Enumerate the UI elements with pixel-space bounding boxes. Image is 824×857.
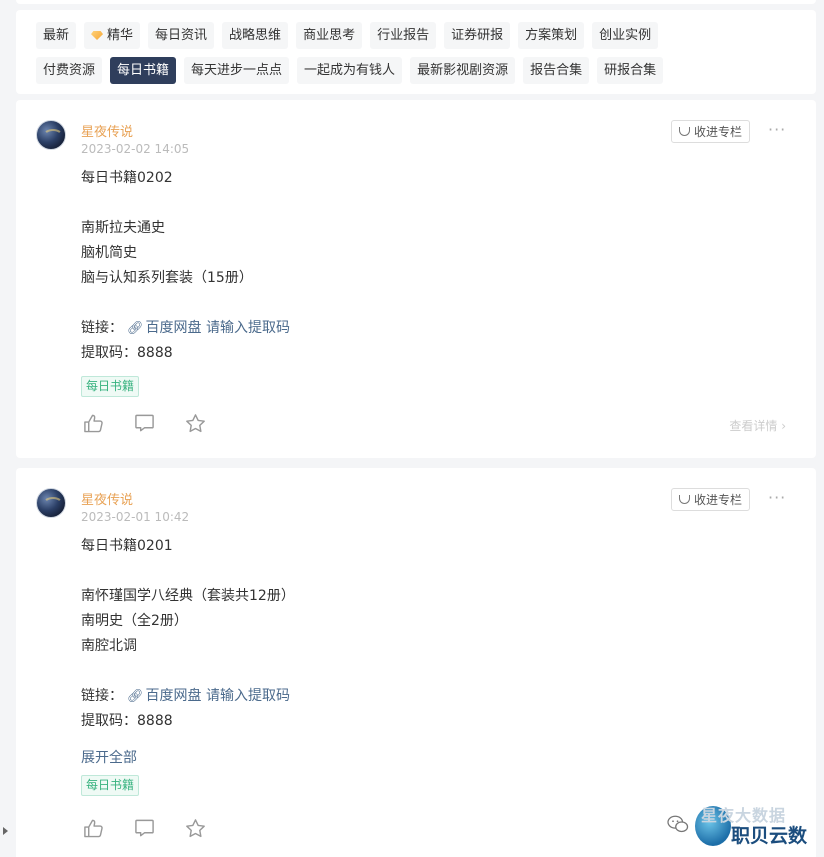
tag-featured[interactable]: 精华 [84,22,141,49]
tag-latest[interactable]: 最新 [36,22,77,49]
tag-planning[interactable]: 方案策划 [518,22,585,49]
diamond-icon [91,31,104,40]
comment-icon[interactable] [134,818,155,838]
tag-wrap: 每日书籍 [81,775,295,796]
extract-code: 提取码：8888 [81,345,173,361]
top-card-edge [16,0,816,4]
expand-wrap: 展开全部 [81,747,295,767]
tag-strategy[interactable]: 战略思维 [222,22,289,49]
post-actions [83,413,206,433]
link-label: 链接： [81,320,123,336]
expand-all-link[interactable]: 展开全部 [81,750,137,766]
view-detail-label: 查看详情 [729,419,778,433]
post-card: 星夜传说 2023-02-02 14:05 收进专栏 ··· 每日书籍0202 … [16,100,816,458]
book-item: 脑与认知系列套装（15册） [81,270,253,286]
tag-row-1: 最新 精华 每日资讯 战略思维 商业思考 行业报告 证券研报 方案策划 创业实例 [36,22,796,49]
post-content: 每日书籍0202 南斯拉夫通史 脑机简史 脑与认知系列套装（15册） 链接： 🔗︎… [81,166,290,397]
link-icon: 🔗︎ [127,321,144,336]
book-item: 南怀瑾国学八经典（套装共12册） [81,588,295,604]
book-item: 南明史（全2册） [81,613,188,629]
like-icon[interactable] [83,413,104,433]
tag-industry-report[interactable]: 行业报告 [370,22,437,49]
tag-featured-label: 精华 [107,28,134,43]
author-name[interactable]: 星夜传说 [81,121,133,140]
watermark-brand-name: 职贝云数 [731,825,808,847]
link-icon: 🔗︎ [127,689,144,704]
post-tag-badge[interactable]: 每日书籍 [81,775,140,796]
author-name[interactable]: 星夜传说 [81,489,133,508]
book-item: 南腔北调 [81,638,137,654]
book-item: 脑机简史 [81,245,137,261]
post-content: 每日书籍0201 南怀瑾国学八经典（套装共12册） 南明史（全2册） 南腔北调 … [81,534,295,796]
tag-movies[interactable]: 最新影视剧资源 [410,57,516,84]
comment-icon[interactable] [134,413,155,433]
more-icon[interactable]: ··· [768,120,786,139]
tag-business[interactable]: 商业思考 [296,22,363,49]
tag-row-2: 付费资源 每日书籍 每天进步一点点 一起成为有钱人 最新影视剧资源 报告合集 研… [36,57,796,84]
watermark: 星夜大数据 职贝云数 [665,800,824,857]
book-item: 南斯拉夫通史 [81,220,165,236]
post-actions [83,818,206,838]
wechat-icon [667,815,689,833]
tag-paid[interactable]: 付费资源 [36,57,103,84]
tag-wrap: 每日书籍 [81,376,290,397]
star-icon[interactable] [185,413,206,433]
tag-progress[interactable]: 每天进步一点点 [184,57,290,84]
tag-startup[interactable]: 创业实例 [592,22,659,49]
post-title: 每日书籍0202 [81,170,173,186]
collect-icon [679,127,690,136]
category-tags-panel: 最新 精华 每日资讯 战略思维 商业思考 行业报告 证券研报 方案策划 创业实例… [16,10,816,94]
star-icon[interactable] [185,818,206,838]
tag-daily-news[interactable]: 每日资讯 [148,22,215,49]
post-title: 每日书籍0201 [81,538,173,554]
post-time: 2023-02-01 10:42 [81,510,190,524]
more-icon[interactable]: ··· [768,488,786,507]
link-label: 链接： [81,688,123,704]
link-line: 链接： 🔗︎ 百度网盘 请输入提取码 [81,316,290,341]
view-detail-link[interactable]: 查看详情 › [729,417,786,434]
tag-daily-books[interactable]: 每日书籍 [110,57,177,84]
tag-rich[interactable]: 一起成为有钱人 [297,57,403,84]
post-card: 星夜传说 2023-02-01 10:42 收进专栏 ··· 每日书籍0201 … [16,468,816,857]
collect-label: 收进专栏 [694,493,743,507]
collect-button[interactable]: 收进专栏 [671,120,751,143]
avatar[interactable] [36,120,66,150]
baidu-pan-link[interactable]: 百度网盘 请输入提取码 [146,688,290,704]
tag-securities[interactable]: 证券研报 [444,22,511,49]
tag-research-collection[interactable]: 研报合集 [597,57,664,84]
post-time: 2023-02-02 14:05 [81,142,190,156]
link-line: 链接： 🔗︎ 百度网盘 请输入提取码 [81,684,295,709]
collect-button[interactable]: 收进专栏 [671,488,751,511]
avatar[interactable] [36,488,66,518]
like-icon[interactable] [83,818,104,838]
post-tag-badge[interactable]: 每日书籍 [81,376,140,397]
extract-code: 提取码：8888 [81,713,173,729]
chevron-right-icon: › [781,419,786,433]
tag-report-collection[interactable]: 报告合集 [523,57,590,84]
expand-sidebar-arrow-icon[interactable] [3,827,8,835]
collect-label: 收进专栏 [694,125,743,139]
collect-icon [679,495,690,504]
baidu-pan-link[interactable]: 百度网盘 请输入提取码 [146,320,290,336]
